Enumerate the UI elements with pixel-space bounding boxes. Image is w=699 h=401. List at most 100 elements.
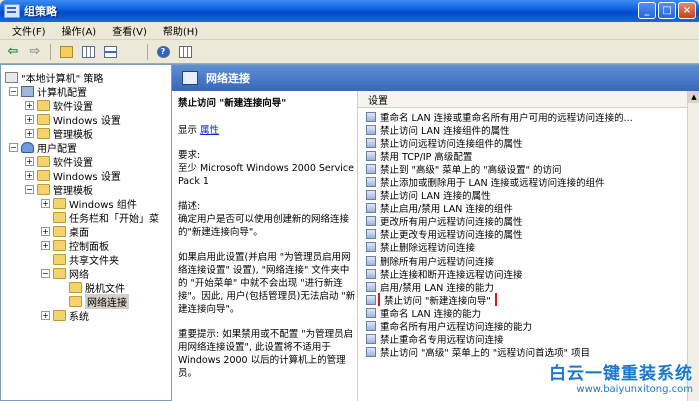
expand-icon[interactable]: + <box>25 156 34 166</box>
scroll-up-icon[interactable]: ▲ <box>688 91 699 103</box>
setting-row[interactable]: 禁止访问 LAN 连接的属性 <box>358 189 688 202</box>
settings-list[interactable]: 设置 重命名 LAN 连接或重命名所有用户可用的远程访问连接的... 禁止访问 L… <box>357 91 699 401</box>
tree-item-shared-folders[interactable]: + 共享文件夹 <box>41 252 119 267</box>
policy-setting-icon <box>366 255 376 266</box>
setting-row[interactable]: 重命名所有用户远程访问连接的能力 <box>358 320 688 333</box>
settings-rows: 重命名 LAN 连接或重命名所有用户可用的远程访问连接的... 禁止访问 LAN … <box>358 110 688 359</box>
setting-row[interactable]: 禁止添加或删除用于 LAN 连接或远程访问连接的组件 <box>358 175 688 189</box>
minimize-button[interactable]: _ <box>638 2 656 19</box>
tree-item-network[interactable]: − 网络 <box>41 266 89 281</box>
tree-label: Windows 设置 <box>53 115 121 127</box>
collapse-icon[interactable]: − <box>25 184 34 194</box>
setting-row[interactable]: 禁止访问 LAN 连接组件的属性 <box>358 123 688 136</box>
tree-item-user-software-settings[interactable]: + 软件设置 <box>25 154 93 169</box>
setting-row[interactable]: 删除所有用户远程访问连接 <box>358 254 688 267</box>
help-button[interactable]: ? <box>153 43 173 61</box>
setting-row[interactable]: 启用/禁用 LAN 连接的能力 <box>358 280 688 293</box>
setting-row[interactable]: 重命名 LAN 连接的能力 <box>358 306 688 320</box>
policy-setting-icon <box>366 334 376 345</box>
tree-item-admin-templates[interactable]: + 管理模板 <box>25 126 93 141</box>
policy-title: 禁止访问 "新建连接向导" <box>178 98 287 109</box>
expand-icon[interactable]: + <box>41 310 50 320</box>
tree-item-windows-components[interactable]: + Windows 组件 <box>41 196 137 211</box>
close-button[interactable]: × <box>678 2 696 19</box>
tree-item-user-windows-settings[interactable]: + Windows 设置 <box>25 168 121 183</box>
expand-icon[interactable]: + <box>41 198 50 208</box>
expand-icon[interactable]: + <box>41 226 50 236</box>
expand-icon[interactable]: + <box>41 240 50 250</box>
folder-icon <box>53 309 66 321</box>
tree-item-taskbar-start[interactable]: + 任务栏和「开始」菜 <box>41 210 159 225</box>
collapse-icon[interactable]: − <box>9 86 18 96</box>
policy-setting-icon <box>366 190 376 201</box>
extended-description: 禁止访问 "新建连接向导" 显示 属性 要求: 至少 Microsoft Win… <box>172 91 357 401</box>
expand-icon[interactable]: + <box>25 170 34 180</box>
column-header-setting[interactable]: 设置 <box>358 91 699 108</box>
setting-row[interactable]: 更改所有用户远程访问连接的属性 <box>358 215 688 228</box>
setting-row[interactable]: 禁止启用/禁用 LAN 连接的组件 <box>358 202 688 215</box>
menu-action[interactable]: 操作(A) <box>54 23 105 38</box>
setting-row[interactable]: 禁用 TCP/IP 高级配置 <box>358 149 688 162</box>
tree-item-system[interactable]: + 系统 <box>41 308 89 323</box>
maximize-button[interactable]: □ <box>658 2 676 19</box>
tree-label: 控制面板 <box>69 241 109 253</box>
properties-button[interactable] <box>100 43 120 61</box>
tree-item-user-admin-templates[interactable]: − 管理模板 <box>25 182 93 197</box>
description-block: 描述: 确定用户是否可以使用创建新的网络连接的"新建连接向导"。 <box>178 200 357 239</box>
computer-icon <box>21 85 34 97</box>
show-line: 显示 属性 <box>178 124 357 137</box>
console-tree-icon <box>81 45 95 58</box>
tree-item-software-settings[interactable]: + 软件设置 <box>25 98 93 113</box>
tree-item-control-panel[interactable]: + 控制面板 <box>41 238 109 253</box>
up-folder-button[interactable] <box>56 43 76 61</box>
setting-row[interactable]: 禁止访问远程访问连接组件的属性 <box>358 136 688 149</box>
description-label: 描述: <box>178 201 201 212</box>
folder-icon <box>37 169 50 181</box>
setting-row[interactable]: 禁止到 "高级" 菜单上的 "高级设置" 的访问 <box>358 162 688 175</box>
expand-icon[interactable]: + <box>25 114 34 124</box>
toolbar-separator <box>147 43 148 60</box>
watermark-url: www.baiyunxitong.com <box>576 384 693 395</box>
vertical-scrollbar[interactable]: ▲ <box>687 91 699 401</box>
tree-item-user-config[interactable]: − 用户配置 <box>9 140 77 155</box>
policy-setting-icon <box>366 216 376 227</box>
policy-icon <box>5 71 18 83</box>
menu-help[interactable]: 帮助(H) <box>155 23 206 38</box>
setting-row[interactable]: 禁止重命名专用远程访问连接 <box>358 333 688 346</box>
tree-item-computer-config[interactable]: − 计算机配置 <box>9 84 87 99</box>
tree-item-offline-files[interactable]: 脱机文件 <box>69 280 125 295</box>
tree-item-windows-settings[interactable]: + Windows 设置 <box>25 112 121 127</box>
back-button[interactable]: ⇦ <box>3 43 23 61</box>
user-icon <box>21 141 34 153</box>
expand-icon[interactable]: + <box>25 100 34 110</box>
console-tree[interactable]: "本地计算机" 策略 − 计算机配置 + 软件设置 + Windows 设置 +… <box>0 64 172 401</box>
tree-item-desktop[interactable]: + 桌面 <box>41 224 89 239</box>
tree-root[interactable]: "本地计算机" 策略 <box>5 70 103 85</box>
menu-view[interactable]: 查看(V) <box>104 23 155 38</box>
expand-icon[interactable]: + <box>25 128 34 138</box>
setting-name: 重命名 LAN 连接的能力 <box>380 308 482 320</box>
collapse-icon[interactable]: − <box>41 268 50 278</box>
properties-link[interactable]: 属性 <box>200 125 219 136</box>
title-bar: 组策略 _ □ × <box>0 0 699 22</box>
tree-item-network-connections[interactable]: 网络连接 <box>69 293 129 309</box>
setting-row[interactable]: 禁止删除远程访问连接 <box>358 241 688 254</box>
menu-file[interactable]: 文件(F) <box>4 23 54 38</box>
collapse-icon[interactable]: − <box>9 142 18 152</box>
setting-row[interactable]: 禁止访问 "新建连接向导" <box>358 293 688 307</box>
setting-name: 禁止更改专用远程访问连接的属性 <box>380 230 523 241</box>
setting-row[interactable]: 禁止访问 "高级" 菜单上的 "远程访问首选项" 项目 <box>358 346 688 359</box>
export-list-button[interactable] <box>122 43 527 377</box>
folder-icon <box>37 99 50 111</box>
watermark: 白云一键重装系统 www.baiyunxitong.com <box>549 359 693 395</box>
setting-row[interactable]: 禁止连接和断开连接远程访问连接 <box>358 267 688 280</box>
tree-label: 管理模板 <box>53 129 93 141</box>
show-tree-button[interactable] <box>78 43 98 61</box>
forward-button[interactable]: ⇨ <box>25 43 45 61</box>
setting-name: 禁止访问 "高级" 菜单上的 "远程访问首选项" 项目 <box>380 348 591 359</box>
policy-setting-icon <box>366 242 376 253</box>
setting-row[interactable]: 重命名 LAN 连接或重命名所有用户可用的远程访问连接的... <box>358 110 688 123</box>
view-button[interactable] <box>175 43 195 61</box>
setting-row[interactable]: 禁止更改专用远程访问连接的属性 <box>358 228 688 241</box>
policy-setting-icon <box>366 150 376 161</box>
